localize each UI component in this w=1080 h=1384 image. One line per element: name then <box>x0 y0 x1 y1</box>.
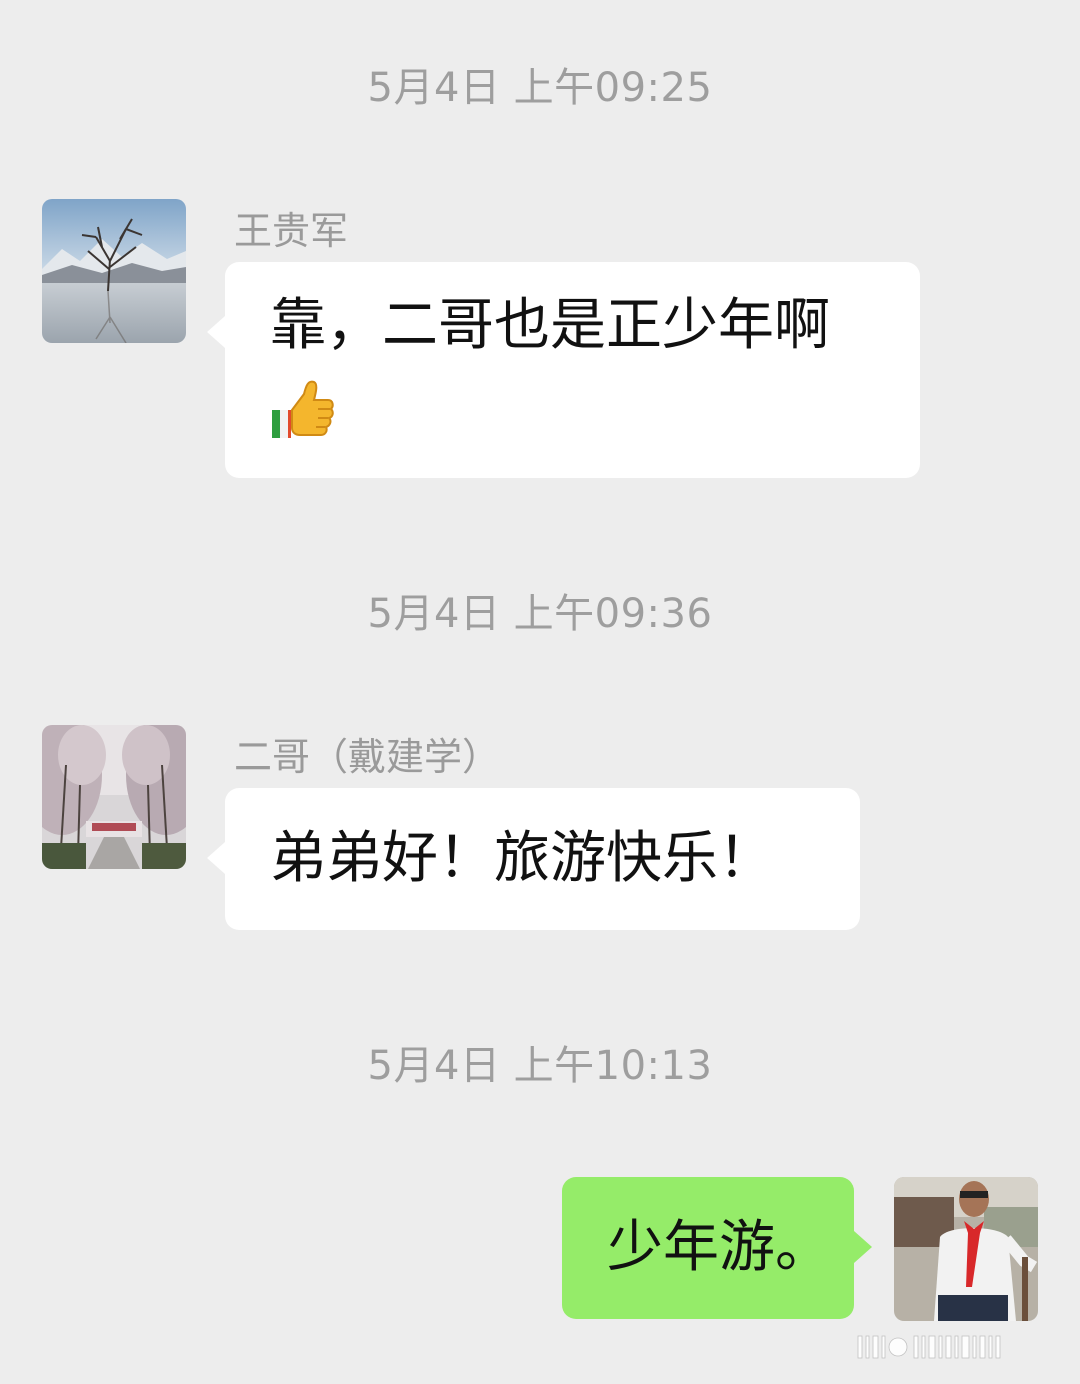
blossom-avenue-avatar-image <box>42 725 186 869</box>
man-with-red-scarf-avatar-image <box>894 1177 1038 1321</box>
message-bubble-3[interactable]: 少年游。 <box>562 1177 872 1319</box>
bubble-tail <box>207 316 225 348</box>
message-text-2: 弟弟好！旅游快乐！ <box>270 826 774 891</box>
bubble-tail <box>207 842 225 874</box>
thumbs-up-icon <box>270 376 336 442</box>
sender-avatar-daijianxue[interactable] <box>42 725 186 869</box>
timestamp-2: 5月4日 上午09:36 <box>367 591 713 637</box>
self-avatar[interactable] <box>894 1177 1038 1321</box>
emoji-line <box>270 368 920 444</box>
barcode-watermark <box>856 1334 1056 1364</box>
sender-avatar-wang[interactable] <box>42 199 186 343</box>
message-text-1: 靠，二哥也是正少年啊 <box>270 293 830 358</box>
bubble-tail <box>854 1231 872 1263</box>
timestamp-3: 5月4日 上午10:13 <box>367 1043 713 1089</box>
message-bubble-2[interactable]: 弟弟好！旅游快乐！ <box>207 788 860 930</box>
lone-tree-avatar-image <box>42 199 186 343</box>
sender-name-2: 二哥（戴建学） <box>234 735 501 779</box>
message-bubble-1[interactable]: 靠，二哥也是正少年啊 <box>207 262 920 478</box>
timestamp-1: 5月4日 上午09:25 <box>367 65 713 111</box>
sender-name-1: 王贵军 <box>234 209 349 253</box>
message-text-3: 少年游。 <box>607 1215 831 1280</box>
